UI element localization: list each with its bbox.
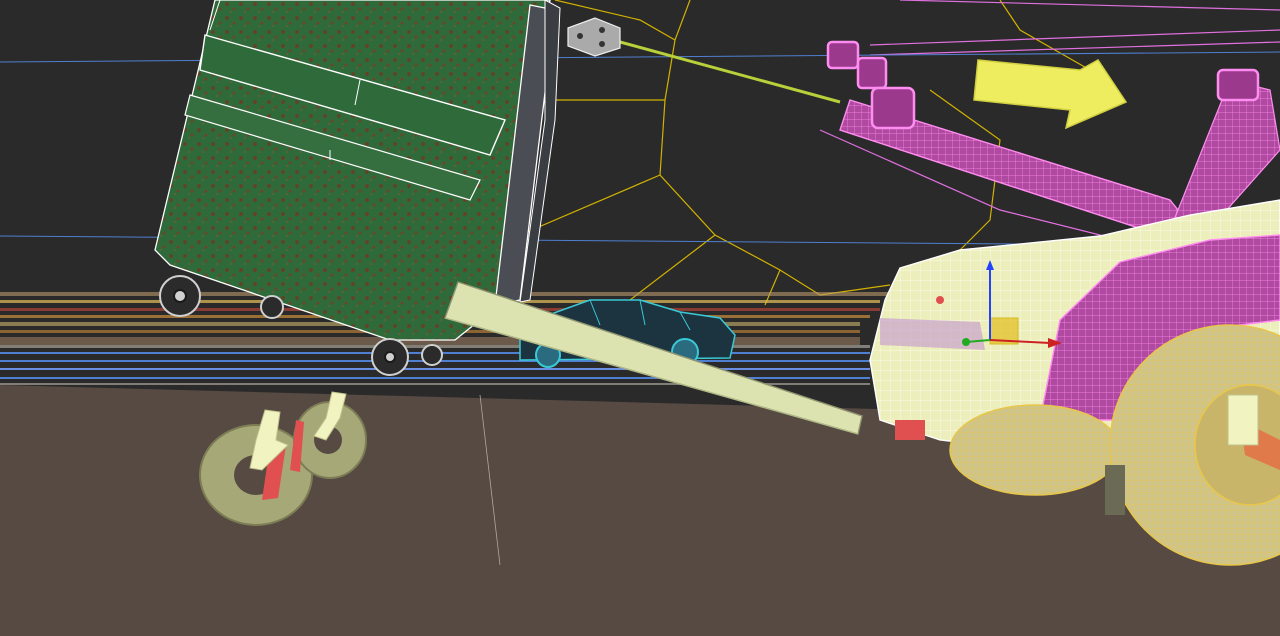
scene-canvas[interactable] bbox=[0, 0, 1280, 636]
3d-viewport[interactable] bbox=[0, 0, 1280, 636]
